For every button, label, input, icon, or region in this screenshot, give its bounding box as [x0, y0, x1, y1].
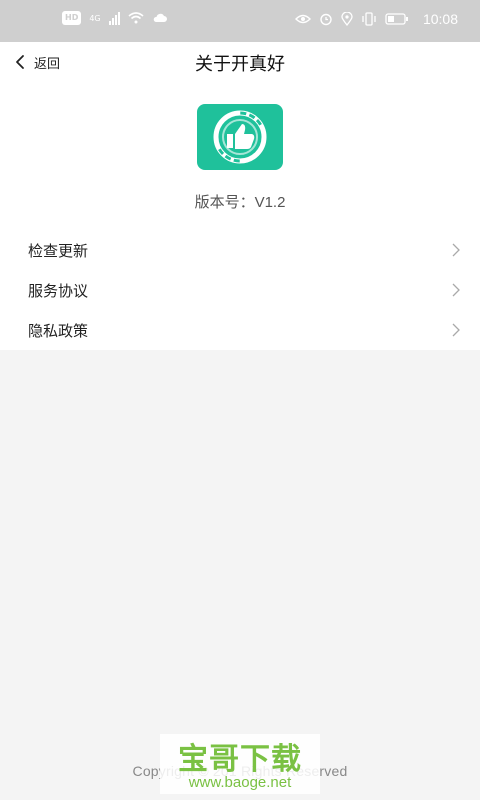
- status-time: 10:08: [422, 11, 458, 27]
- battery-icon: [385, 13, 408, 25]
- about-panel: 版本号：V1.2 检查更新 服务协议 隐私政策: [0, 82, 480, 350]
- menu-item-label: 检查更新: [28, 242, 89, 260]
- alarm-icon: [320, 13, 332, 26]
- hd-badge: HD: [62, 11, 82, 25]
- chevron-right-icon: [452, 243, 460, 257]
- app-logo: [197, 104, 283, 170]
- page-title: 关于开真好: [195, 54, 285, 74]
- chevron-right-icon: [452, 283, 460, 297]
- watermark-url: www.baoge.net: [188, 774, 292, 791]
- vibrate-icon: [362, 12, 376, 26]
- network-type-label: 4G: [89, 13, 101, 23]
- navigation-bar: 返回 关于开真好: [0, 42, 480, 82]
- menu-item-privacy-policy[interactable]: 隐私政策: [0, 310, 480, 350]
- menu-item-label: 隐私政策: [28, 322, 89, 340]
- cloud-icon: [153, 13, 167, 22]
- chevron-right-icon: [452, 323, 460, 337]
- watermark-title: 宝哥下载: [178, 743, 302, 776]
- status-left-icons: HD 4G: [62, 11, 168, 25]
- watermark: 宝哥下载 www.baoge.net: [160, 734, 320, 794]
- signal-icon: [108, 11, 120, 25]
- eye-icon: [294, 14, 311, 24]
- location-icon: [341, 12, 353, 26]
- status-bar: HD 4G 10:08: [0, 0, 480, 42]
- menu-item-service-agreement[interactable]: 服务协议: [0, 270, 480, 310]
- version-label: 版本号：V1.2: [194, 194, 286, 211]
- menu-item-check-update[interactable]: 检查更新: [0, 230, 480, 270]
- menu-item-label: 服务协议: [28, 282, 89, 300]
- thumbs-up-icon: [213, 110, 267, 164]
- wifi-icon: [128, 12, 144, 24]
- status-right-icons: 10:08: [294, 11, 458, 27]
